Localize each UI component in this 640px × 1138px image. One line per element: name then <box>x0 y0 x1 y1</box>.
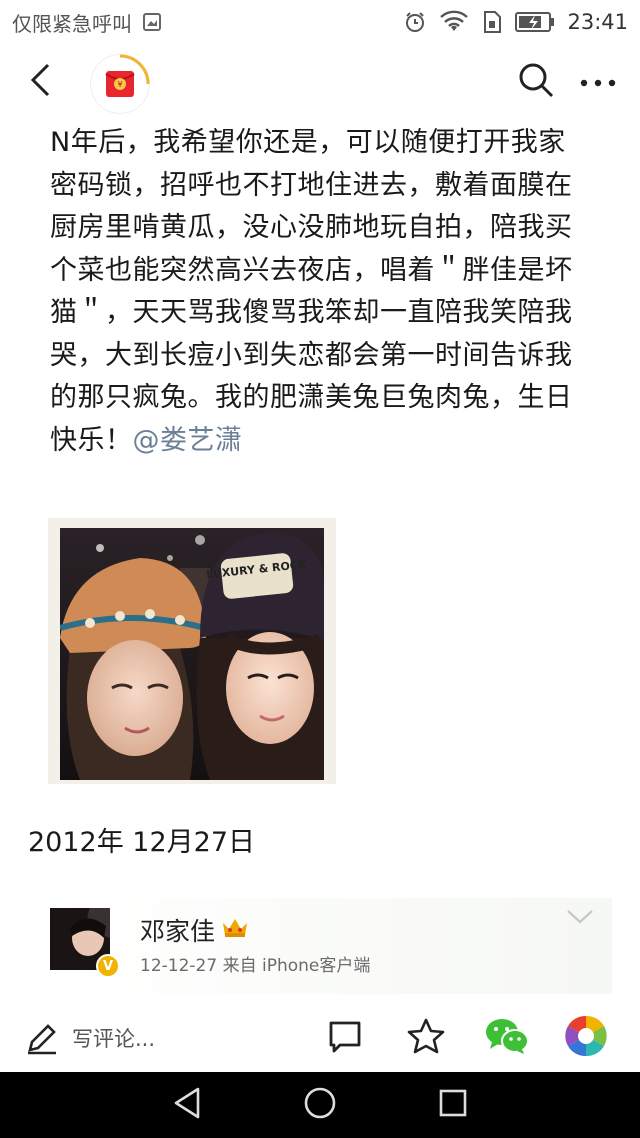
top-bar: ¥ <box>0 44 640 122</box>
post-text: N年后，我希望你还是，可以随便打开我家密码锁，招呼也不打地住进去，敷着面膜在厨房… <box>50 122 590 462</box>
nav-back-icon <box>172 1086 202 1124</box>
bottom-action-bar: 写评论... <box>0 1006 640 1070</box>
star-icon <box>406 1017 446 1059</box>
status-bar: 仅限紧急呼叫 23:41 <box>0 0 640 44</box>
write-comment-button[interactable]: 写评论... <box>24 1016 155 1060</box>
post-date: 2012年 12月27日 <box>28 827 256 858</box>
post-photo-frame[interactable]: LUXURY & ROCK <box>48 518 336 784</box>
system-nav-bar <box>0 1072 640 1138</box>
alarm-icon <box>403 10 427 34</box>
pencil-icon <box>24 1020 60 1056</box>
selfie-photo: LUXURY & ROCK <box>60 528 324 780</box>
chevron-down-icon <box>566 910 594 930</box>
comment-menu-button[interactable] <box>566 908 594 930</box>
carrier-text: 仅限紧急呼叫 <box>12 11 132 36</box>
commenter-name[interactable]: 邓家佳 <box>140 912 215 948</box>
moments-icon <box>564 1014 608 1062</box>
like-button[interactable] <box>406 1016 446 1060</box>
commenter-name-row[interactable]: 邓家佳 <box>140 912 249 948</box>
nav-recents-button[interactable] <box>431 1083 475 1127</box>
mention-link[interactable]: @娄艺潇 <box>133 425 243 456</box>
wifi-icon <box>439 10 469 34</box>
image-notification-icon <box>142 12 162 32</box>
share-wechat-button[interactable] <box>484 1016 530 1060</box>
comment-card[interactable]: V 邓家佳 12-12-27 来自 iPhone客户端 <box>48 898 612 994</box>
comment-button[interactable] <box>326 1016 364 1060</box>
red-envelope-icon: ¥ <box>105 54 150 97</box>
post-photo[interactable]: LUXURY & ROCK <box>60 528 324 780</box>
comment-meta: 12-12-27 来自 iPhone客户端 <box>140 956 371 976</box>
search-button[interactable] <box>516 62 556 102</box>
more-icon <box>579 73 617 92</box>
nav-home-icon <box>303 1086 337 1124</box>
clock: 23:41 <box>567 10 628 34</box>
search-icon <box>517 61 555 103</box>
back-arrow-icon <box>28 62 52 102</box>
wechat-icon <box>484 1016 530 1060</box>
sim-icon <box>481 10 503 34</box>
battery-icon <box>515 11 555 33</box>
nav-home-button[interactable] <box>298 1083 342 1127</box>
crown-icon <box>221 915 249 945</box>
verified-badge: V <box>96 954 120 978</box>
comment-icon <box>326 1018 364 1058</box>
more-button[interactable] <box>576 62 620 102</box>
share-moments-button[interactable] <box>564 1014 608 1062</box>
account-avatar[interactable]: ¥ <box>90 54 150 114</box>
post-body: N年后，我希望你还是，可以随便打开我家密码锁，招呼也不打地住进去，敷着面膜在厨房… <box>50 127 573 456</box>
svg-text:¥: ¥ <box>117 80 122 89</box>
write-comment-placeholder[interactable]: 写评论... <box>72 1023 155 1053</box>
nav-back-button[interactable] <box>165 1083 209 1127</box>
back-button[interactable] <box>22 62 58 102</box>
nav-recents-icon <box>438 1088 468 1122</box>
